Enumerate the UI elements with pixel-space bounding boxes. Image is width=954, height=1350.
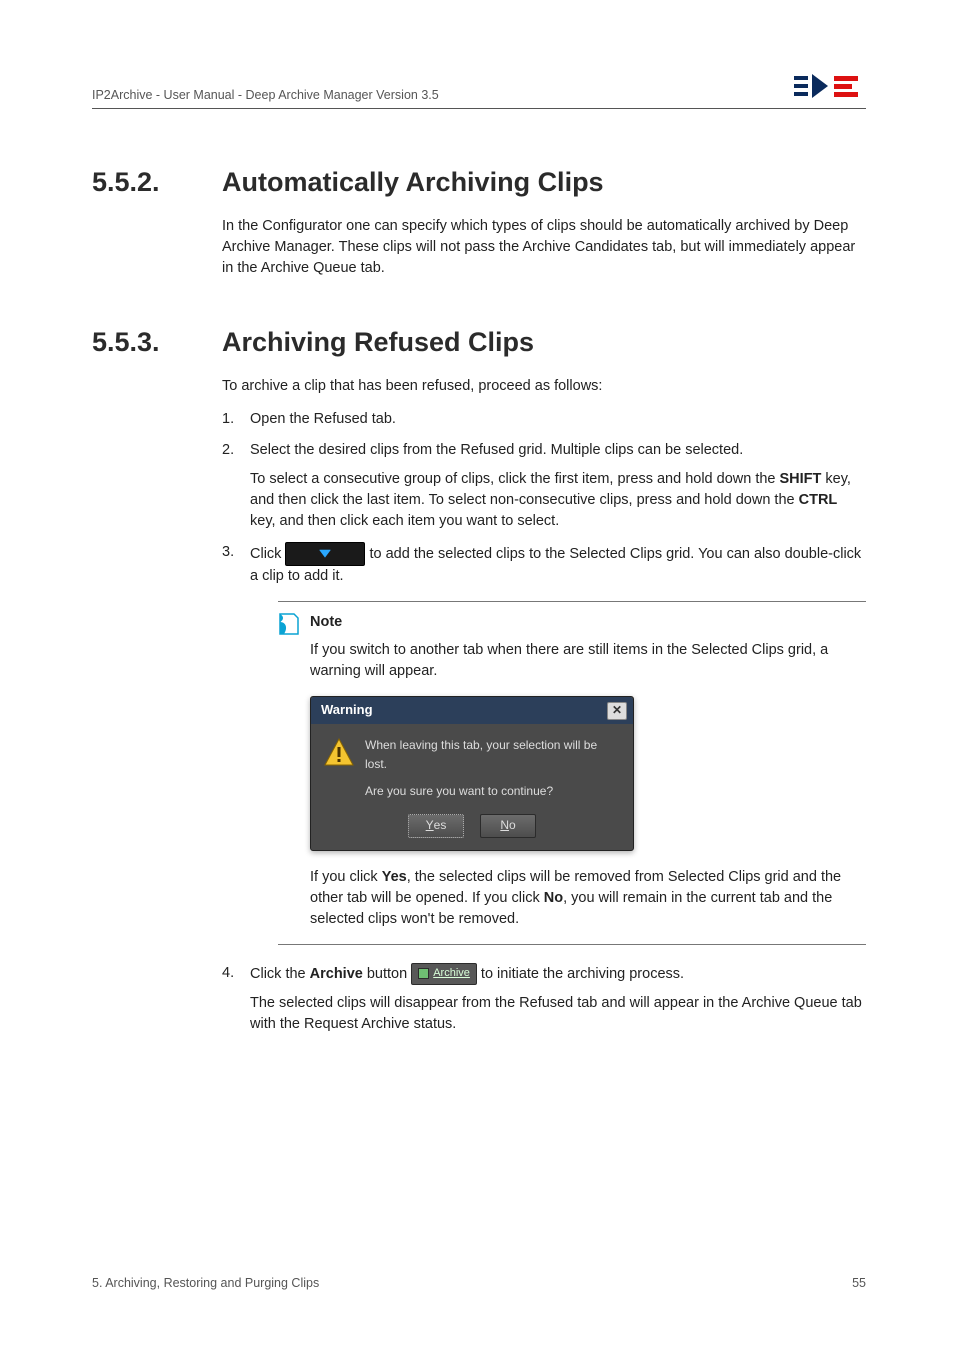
yes-button[interactable]: Yes (408, 814, 464, 838)
intro-text: To archive a clip that has been refused,… (222, 376, 866, 397)
section-5-5-2: 5.5.2. Automatically Archiving Clips In … (92, 167, 866, 291)
section-5-5-3: 5.5.3. Archiving Refused Clips To archiv… (92, 327, 866, 1045)
no-button[interactable]: No (480, 814, 536, 838)
close-icon[interactable]: ✕ (607, 702, 627, 720)
section-paragraph: In the Configurator one can specify whic… (222, 216, 866, 279)
dialog-text: When leaving this tab, your selection wi… (365, 736, 621, 802)
evs-logo (794, 70, 866, 102)
add-down-button-icon (285, 542, 365, 566)
footer-left: 5. Archiving, Restoring and Purging Clip… (92, 1276, 319, 1290)
note-box: Note If you switch to another tab when t… (278, 601, 866, 944)
step-4-result: The selected clips will disappear from t… (250, 993, 866, 1035)
breadcrumb: IP2Archive - User Manual - Deep Archive … (92, 88, 439, 102)
archive-button-icon: Archive (411, 963, 477, 985)
section-number: 5.5.2. (92, 167, 222, 291)
shift-key: SHIFT (780, 471, 822, 487)
note-icon (278, 612, 300, 636)
step-2-detail: To select a consecutive group of clips, … (250, 469, 866, 532)
warning-dialog: Warning ✕ (310, 696, 634, 850)
page-header: IP2Archive - User Manual - Deep Archive … (92, 70, 866, 109)
step-text: Select the desired clips from the Refuse… (250, 442, 743, 458)
step-4: Click the Archive button Archive to init… (222, 963, 866, 1035)
note-after: If you click Yes, the selected clips wil… (310, 867, 862, 930)
step-2: Select the desired clips from the Refuse… (222, 440, 866, 532)
section-title: Automatically Archiving Clips (222, 167, 866, 198)
footer-page-number: 55 (852, 1276, 866, 1290)
dialog-title-text: Warning (321, 701, 373, 720)
ctrl-key: CTRL (799, 492, 838, 508)
page-footer: 5. Archiving, Restoring and Purging Clip… (92, 1276, 866, 1290)
section-number: 5.5.3. (92, 327, 222, 1045)
step-text: Open the Refused tab. (250, 411, 396, 427)
step-1: Open the Refused tab. (222, 409, 866, 430)
section-title: Archiving Refused Clips (222, 327, 866, 358)
note-body: If you switch to another tab when there … (310, 640, 862, 682)
note-label: Note (310, 612, 342, 633)
step-3: Click to add the selected clips to the S… (222, 542, 866, 945)
warning-triangle-icon (323, 736, 355, 768)
